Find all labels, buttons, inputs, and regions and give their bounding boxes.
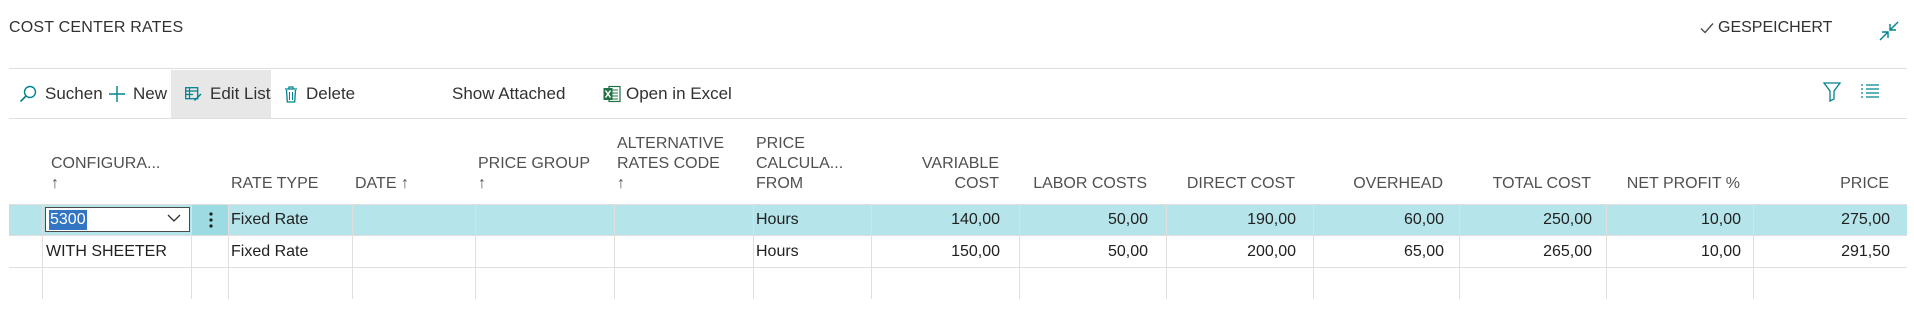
delete-label: Delete (306, 84, 356, 103)
column-header-direct-cost[interactable]: DIRECT COST (1159, 174, 1295, 194)
overhead-cell[interactable]: 60,00 (1309, 204, 1444, 235)
column-header-price[interactable]: PRICE (1749, 174, 1889, 194)
table-row-empty[interactable] (9, 268, 1907, 299)
table-row[interactable]: WITH SHEETER Fixed Rate Hours 150,00 50,… (9, 236, 1907, 267)
open-excel-label: Open in Excel (626, 84, 732, 103)
search-icon (19, 85, 37, 103)
collapse-icon[interactable] (1878, 20, 1900, 42)
rate-type-cell[interactable]: Fixed Rate (231, 236, 341, 267)
configuration-input-value: 5300 (49, 210, 87, 230)
column-header-variable-cost[interactable]: VARIABLE COST (879, 154, 999, 194)
column-divider (1606, 204, 1607, 299)
column-divider (352, 204, 353, 299)
action-bar: Suchen New Edit List Delete Show Attache… (9, 70, 1907, 118)
column-header-total-cost[interactable]: TOTAL COST (1449, 174, 1591, 194)
net-profit-cell[interactable]: 10,00 (1599, 204, 1741, 235)
saved-status: GESPEICHERT (1700, 19, 1832, 37)
column-divider (1313, 204, 1314, 299)
column-divider (1753, 204, 1754, 299)
actionbar-divider (9, 118, 1907, 119)
page-header: COST CENTER RATES GESPEICHERT (0, 0, 1914, 68)
edit-list-button[interactable]: Edit List (171, 70, 271, 118)
sort-arrow-icon: ↑ (400, 175, 409, 192)
sort-arrow-icon: ↑ (51, 175, 59, 192)
price-cell[interactable]: 291,50 (1749, 236, 1890, 267)
filter-icon[interactable] (1823, 82, 1841, 102)
column-divider (42, 204, 43, 299)
column-divider (871, 204, 872, 299)
checkmark-icon (1700, 23, 1714, 34)
sort-arrow-icon: ↑ (617, 175, 625, 192)
column-divider (475, 204, 476, 299)
net-profit-cell[interactable]: 10,00 (1599, 236, 1741, 267)
column-header-price-group[interactable]: PRICE GROUP ↑ (478, 154, 590, 194)
configuration-cell[interactable]: WITH SHEETER (46, 236, 186, 267)
trash-icon (285, 85, 297, 103)
variable-cost-cell[interactable]: 150,00 (879, 236, 1000, 267)
column-header-net-profit[interactable]: NET PROFIT % (1599, 174, 1740, 194)
more-vertical-icon (208, 211, 213, 228)
chevron-down-icon[interactable] (167, 214, 181, 223)
open-excel-button[interactable]: Open in Excel (603, 70, 732, 118)
edit-list-icon (185, 87, 202, 101)
sort-arrow-icon: ↑ (478, 175, 486, 192)
plus-icon (109, 86, 125, 102)
overhead-cell[interactable]: 65,00 (1309, 236, 1444, 267)
column-header-price-calculation-from[interactable]: PRICE CALCULA... FROM (756, 134, 843, 194)
show-attached-button[interactable]: Show Attached (452, 70, 565, 118)
saved-label: GESPEICHERT (1718, 19, 1833, 36)
variable-cost-cell[interactable]: 140,00 (879, 204, 1000, 235)
column-header-configuration[interactable]: CONFIGURA... ↑ (51, 154, 160, 194)
labor-costs-cell[interactable]: 50,00 (1009, 236, 1148, 267)
search-label: Suchen (45, 84, 103, 103)
delete-button[interactable]: Delete (284, 70, 355, 118)
show-attached-label: Show Attached (452, 84, 566, 103)
new-button[interactable]: New (109, 70, 167, 118)
page-title: COST CENTER RATES (9, 19, 184, 36)
price-calc-from-cell[interactable]: Hours (756, 204, 866, 235)
total-cost-cell[interactable]: 250,00 (1449, 204, 1592, 235)
column-header-alternative-rates-code[interactable]: ALTERNATIVE RATES CODE ↑ (617, 134, 724, 194)
column-divider (191, 204, 192, 299)
column-header-date[interactable]: DATE ↑ (355, 174, 409, 194)
column-divider (753, 204, 754, 299)
table-row[interactable]: 5300 Fixed Rate Hours 140,00 50,00 190,0… (9, 204, 1907, 235)
edit-list-label: Edit List (210, 84, 271, 103)
header-divider (9, 68, 1907, 69)
column-divider (1459, 204, 1460, 299)
column-header-labor-costs[interactable]: LABOR COSTS (1009, 174, 1147, 194)
excel-icon (603, 85, 621, 103)
column-divider (1019, 204, 1020, 299)
total-cost-cell[interactable]: 265,00 (1449, 236, 1592, 267)
rate-type-cell[interactable]: Fixed Rate (231, 204, 341, 235)
column-header-rate-type[interactable]: RATE TYPE (231, 174, 318, 194)
labor-costs-cell[interactable]: 50,00 (1009, 204, 1148, 235)
row-divider (9, 235, 1907, 236)
column-divider (228, 204, 229, 299)
list-view-icon[interactable] (1861, 84, 1879, 98)
direct-cost-cell[interactable]: 190,00 (1159, 204, 1296, 235)
row-divider (9, 267, 1907, 268)
row-actions-button[interactable] (192, 204, 229, 235)
column-divider (614, 204, 615, 299)
new-label: New (133, 84, 168, 103)
column-divider (1166, 204, 1167, 299)
configuration-input[interactable]: 5300 (45, 207, 190, 232)
column-header-overhead[interactable]: OVERHEAD (1309, 174, 1443, 194)
price-cell[interactable]: 275,00 (1749, 204, 1890, 235)
direct-cost-cell[interactable]: 200,00 (1159, 236, 1296, 267)
price-calc-from-cell[interactable]: Hours (756, 236, 866, 267)
row-divider (9, 204, 1907, 205)
search-button[interactable]: Suchen (19, 70, 103, 118)
